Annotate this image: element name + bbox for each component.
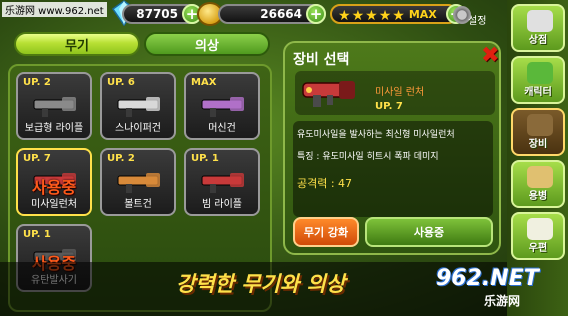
weapon-slot[interactable]: MAX 머신건 [184, 72, 260, 140]
rank-max-label: MAX [408, 7, 437, 21]
tab-weapon[interactable]: 무기 [14, 32, 140, 56]
mercenary-icon [527, 166, 553, 188]
weapon-slot[interactable]: UP. 2 보급형 라이플 [16, 72, 92, 140]
missile-launcher-icon [302, 81, 355, 107]
weapon-icon [201, 173, 244, 193]
sidebar-item-mail[interactable]: 우편 [511, 212, 565, 260]
panel-title: 장비 선택 [293, 52, 350, 68]
weapon-name: 머신건 [208, 123, 236, 134]
item-description: 유도미사일을 발사하는 최신형 미사일런처 [297, 130, 455, 140]
coin-counter: 26664 + [218, 4, 326, 24]
weapon-slot[interactable]: UP. 2 볼트건 [100, 148, 176, 216]
weapon-icon [33, 97, 76, 117]
sidebar-item-shop[interactable]: 상점 [511, 4, 565, 52]
sidebar-item-equipment[interactable]: 장비 [511, 108, 565, 156]
game-screen: 乐游网 www.962.net 87705 + 26664 + ★★★★★ MA… [0, 0, 568, 316]
weapon-level: UP. 2 [23, 77, 51, 88]
sidebar-item-label: 상점 [528, 35, 548, 46]
star-icon: ★ [392, 7, 405, 24]
weapon-name: 보급형 라이플 [24, 123, 84, 134]
weapon-level: UP. 7 [23, 153, 51, 164]
star-rating: ★★★★★ [338, 5, 406, 24]
sidebar-item-label: 용병 [528, 191, 548, 202]
weapon-slot[interactable]: UP. 1 빔 라이플 [184, 148, 260, 216]
star-icon: ★ [378, 7, 392, 24]
rank-stars: ★★★★★ MAX + [330, 4, 466, 24]
site-logo: 962.NET [436, 266, 539, 291]
character-icon [527, 62, 553, 84]
weapon-name: 볼트건 [124, 199, 152, 210]
coin-count: 26664 [260, 7, 302, 21]
sidebar-item-label: 우편 [528, 243, 548, 254]
add-coins-button[interactable]: + [306, 4, 326, 24]
weapon-name: 빔 라이플 [202, 199, 242, 210]
upgrade-weapon-button[interactable]: 무기 강화 [293, 217, 359, 247]
weapon-name: 미사일런처 [31, 199, 77, 210]
settings-label[interactable]: 설정 [468, 12, 486, 27]
equipment-select-panel: 장비 선택 ✖ 미사일 런처 UP. 7 유도미사일을 발사하는 최신형 미사일… [283, 41, 501, 255]
weapon-level: UP. 2 [107, 153, 135, 164]
tab-costume[interactable]: 의상 [144, 32, 270, 56]
close-icon[interactable]: ✖ [481, 45, 499, 67]
weapon-name: 스나이퍼건 [115, 123, 161, 134]
equip-button[interactable]: 사용중 [365, 217, 493, 247]
shop-icon [527, 10, 553, 32]
sidebar-item-label: 장비 [528, 139, 548, 150]
star-icon: ★ [365, 7, 378, 24]
weapon-slot[interactable]: UP. 7 사용중 미사일런처 [16, 148, 92, 216]
gem-counter: 87705 + [122, 4, 202, 24]
equipment-icon [527, 114, 553, 136]
weapon-icon [117, 173, 160, 193]
site-logo-sub: 乐游网 [484, 294, 521, 308]
weapon-level: UP. 1 [23, 229, 51, 240]
weapon-icon [117, 97, 160, 117]
weapon-level: UP. 6 [107, 77, 135, 88]
item-attack: 공격력 : 47 [297, 177, 353, 190]
watermark: 乐游网 www.962.net [2, 2, 107, 17]
weapon-level: MAX [191, 77, 217, 88]
weapon-icon [201, 97, 244, 117]
banner-text: 강력한 무기와 의상 [176, 272, 346, 296]
selected-item-level: UP. 7 [375, 101, 403, 112]
selected-item-name: 미사일 런처 [375, 87, 425, 98]
item-feature: 특징 : 유도미사일 히트시 폭파 데미지 [297, 152, 439, 162]
star-icon: ★ [351, 7, 365, 24]
sidebar-item-mercenary[interactable]: 용병 [511, 160, 565, 208]
star-icon: ★ [338, 7, 351, 24]
weapon-slot[interactable]: UP. 6 스나이퍼건 [100, 72, 176, 140]
sidebar-item-character[interactable]: 캐릭터 [511, 56, 565, 104]
mail-icon [527, 218, 553, 240]
gem-count: 87705 [136, 7, 178, 21]
sidebar-item-label: 캐릭터 [524, 87, 552, 98]
weapon-level: UP. 1 [191, 153, 219, 164]
